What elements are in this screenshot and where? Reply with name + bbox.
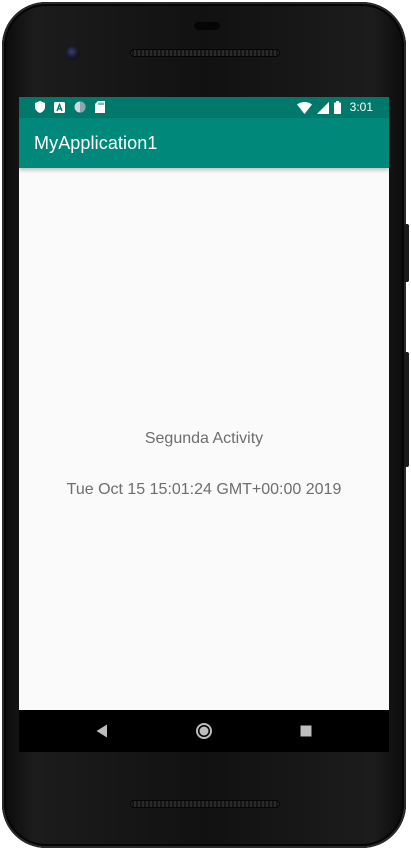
- back-button[interactable]: [92, 721, 112, 741]
- app-title: MyApplication1: [34, 133, 158, 153]
- bottom-speaker-grille: [130, 800, 280, 808]
- front-camera: [66, 46, 80, 60]
- date-time-text: Tue Oct 15 15:01:24 GMT+00:00 2019: [66, 481, 342, 498]
- sd-card-icon: [95, 101, 105, 113]
- device-screen: 3:01 MyApplication1 Segunda Activity Tue…: [19, 97, 389, 710]
- status-bar: 3:01: [19, 97, 389, 118]
- battery-icon: [333, 101, 341, 114]
- a-letter-icon: [54, 101, 65, 113]
- navigation-bar: [19, 710, 389, 752]
- wifi-icon: [296, 101, 312, 114]
- app-toolbar: MyApplication1: [19, 118, 389, 168]
- status-notification-icons: [35, 101, 105, 113]
- status-system-icons: 3:01: [296, 100, 373, 115]
- home-icon: [195, 722, 213, 740]
- recents-icon: [300, 725, 312, 737]
- shield-icon: [35, 101, 45, 113]
- earpiece: [194, 22, 220, 30]
- cellular-signal-icon: [316, 101, 329, 114]
- circle-icon: [74, 101, 86, 113]
- volume-rocker[interactable]: [404, 352, 409, 467]
- activity-title-text: Segunda Activity: [144, 430, 264, 447]
- top-speaker-grille: [130, 49, 280, 57]
- status-clock: 3:01: [349, 100, 373, 114]
- home-button[interactable]: [194, 721, 214, 741]
- back-icon: [96, 724, 108, 738]
- recents-button[interactable]: [296, 721, 316, 741]
- power-button[interactable]: [404, 224, 409, 282]
